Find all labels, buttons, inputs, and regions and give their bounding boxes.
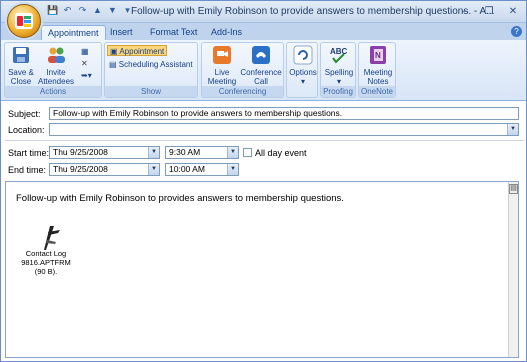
end-date-dropdown-icon[interactable]: ▼	[148, 164, 159, 175]
restore-button[interactable]: ❐	[478, 4, 500, 19]
conferencing-group: Live Meeting Conference Call Conferencin…	[201, 42, 284, 98]
start-time-dropdown-icon[interactable]: ▼	[227, 147, 238, 158]
outlook-logo-icon	[15, 13, 33, 29]
appointment-view-label: Appointment	[119, 47, 165, 56]
ruler-toggle-icon[interactable]: ▤	[509, 184, 518, 194]
tab-appointment[interactable]: Appointment	[41, 25, 106, 40]
start-date-field[interactable]: Thu 9/25/2008 ▼	[49, 146, 160, 159]
live-meeting-button[interactable]: Live Meeting	[205, 45, 239, 86]
attachment-icon[interactable]	[36, 222, 66, 252]
scheduling-assistant-button[interactable]: ▤ Scheduling Assistant	[109, 59, 193, 70]
attachment-file: 9816.APTFRM (90 B).	[21, 258, 71, 276]
conference-call-icon	[252, 46, 270, 64]
end-date-field[interactable]: Thu 9/25/2008 ▼	[49, 163, 160, 176]
scheduling-icon: ▤	[109, 60, 119, 69]
live-meeting-label: Live Meeting	[207, 68, 237, 86]
location-dropdown-icon[interactable]: ▼	[507, 124, 518, 135]
previous-item-icon[interactable]: ▲	[92, 5, 103, 16]
scheduling-assistant-label: Scheduling Assistant	[118, 60, 193, 69]
svg-text:ABC: ABC	[330, 47, 348, 56]
invite-attendees-label: Invite Attendees	[38, 68, 75, 86]
next-item-icon[interactable]: ▼	[107, 5, 118, 16]
attendees-icon	[48, 47, 65, 63]
conference-call-button[interactable]: Conference Call	[239, 45, 283, 86]
start-date-value: Thu 9/25/2008	[53, 147, 108, 157]
end-time-field[interactable]: 10:00 AM ▼	[165, 163, 239, 176]
start-time-value: 9:30 AM	[169, 147, 201, 157]
save-close-icon	[13, 47, 29, 63]
message-body[interactable]: Follow-up with Emily Robinson to provide…	[5, 181, 519, 358]
attachment-name: Contact Log	[25, 249, 67, 258]
meeting-notes-label: Meeting Notes	[363, 68, 393, 86]
location-field[interactable]: ▼	[49, 123, 519, 136]
onenote-group-label: OneNote	[359, 86, 395, 97]
options-label: Options	[289, 68, 317, 77]
delete-icon[interactable]: ✕	[81, 58, 88, 69]
tab-insert[interactable]: Insert	[104, 25, 139, 40]
redo-icon[interactable]: ↷	[77, 5, 88, 16]
subject-label: Subject:	[8, 109, 41, 119]
quick-access-toolbar: 💾 ↶ ↷ ▲ ▼ ▾	[47, 5, 133, 16]
options-button[interactable]: Options ▾	[289, 45, 317, 86]
save-close-label: Save & Close	[8, 68, 34, 86]
location-label: Location:	[8, 125, 45, 135]
office-button[interactable]	[7, 4, 41, 38]
subject-field[interactable]: Follow-up with Emily Robinson to provide…	[49, 107, 519, 120]
save-close-button[interactable]: Save & Close	[8, 45, 34, 86]
ribbon: Save & Close Invite Attendees ▦ ✕ ➥▾ Act…	[1, 40, 526, 101]
body-text: Follow-up with Emily Robinson to provide…	[16, 193, 344, 204]
close-button[interactable]: ✕	[502, 4, 524, 19]
options-group: Options ▾	[286, 42, 318, 98]
appointment-icon: ▣	[110, 47, 120, 56]
onenote-icon: N	[370, 46, 386, 64]
spelling-button[interactable]: ABC Spelling ▾	[323, 45, 355, 86]
all-day-event-checkbox[interactable]	[243, 148, 252, 157]
end-time-dropdown-icon[interactable]: ▼	[227, 164, 238, 175]
invite-attendees-button[interactable]: Invite Attendees	[38, 45, 74, 86]
save-icon[interactable]: 💾	[47, 5, 58, 16]
tab-add-ins[interactable]: Add-Ins	[205, 25, 248, 40]
start-time-field[interactable]: 9:30 AM ▼	[165, 146, 239, 159]
all-day-event-label: All day event	[255, 148, 307, 158]
spelling-dropdown-icon: ▾	[336, 77, 341, 86]
onenote-group: N Meeting Notes OneNote	[358, 42, 396, 98]
meeting-notes-button[interactable]: N Meeting Notes	[361, 45, 395, 86]
end-time-value: 10:00 AM	[169, 164, 205, 174]
proofing-group: ABC Spelling ▾ Proofing	[320, 42, 356, 98]
appointment-view-button[interactable]: ▣ Appointment	[107, 45, 168, 56]
help-icon[interactable]: ?	[511, 26, 522, 37]
title-bar: 💾 ↶ ↷ ▲ ▼ ▾ Follow-up with Emily Robinso…	[1, 1, 526, 23]
undo-icon[interactable]: ↶	[62, 5, 73, 16]
conference-call-label: Conference Call	[240, 68, 282, 86]
live-meeting-icon	[213, 46, 231, 64]
window-title: Follow-up with Emily Robinson to provide…	[131, 6, 495, 17]
show-group-label: Show	[105, 86, 197, 97]
start-date-dropdown-icon[interactable]: ▼	[148, 147, 159, 158]
end-time-label: End time:	[8, 165, 47, 175]
ribbon-tabs: Appointment Insert Format Text Add-Ins ?	[1, 23, 526, 40]
end-date-value: Thu 9/25/2008	[53, 164, 108, 174]
divider	[5, 140, 524, 141]
conferencing-group-label: Conferencing	[202, 86, 283, 97]
options-dropdown-icon: ▾	[300, 77, 305, 86]
appointment-window: 💾 ↶ ↷ ▲ ▼ ▾ Follow-up with Emily Robinso…	[0, 0, 527, 362]
attachment-label[interactable]: Contact Log 9816.APTFRM (90 B).	[16, 249, 76, 276]
spelling-icon: ABC	[330, 47, 348, 64]
tab-format-text[interactable]: Format Text	[144, 25, 203, 40]
show-group: ▣ Appointment ▤ Scheduling Assistant Sho…	[104, 42, 198, 98]
proofing-group-label: Proofing	[321, 86, 355, 97]
actions-group-label: Actions	[5, 86, 101, 97]
svg-text:N: N	[375, 51, 381, 60]
start-time-label: Start time:	[8, 148, 50, 158]
minimize-button[interactable]: –	[454, 4, 476, 19]
recurrence-icon	[293, 45, 313, 65]
spelling-label: Spelling	[324, 68, 354, 77]
forward-icon[interactable]: ➥▾	[81, 70, 92, 81]
body-scrollbar[interactable]: ▤	[508, 182, 518, 357]
calendar-icon[interactable]: ▦	[81, 46, 89, 57]
actions-group: Save & Close Invite Attendees ▦ ✕ ➥▾ Act…	[4, 42, 102, 98]
